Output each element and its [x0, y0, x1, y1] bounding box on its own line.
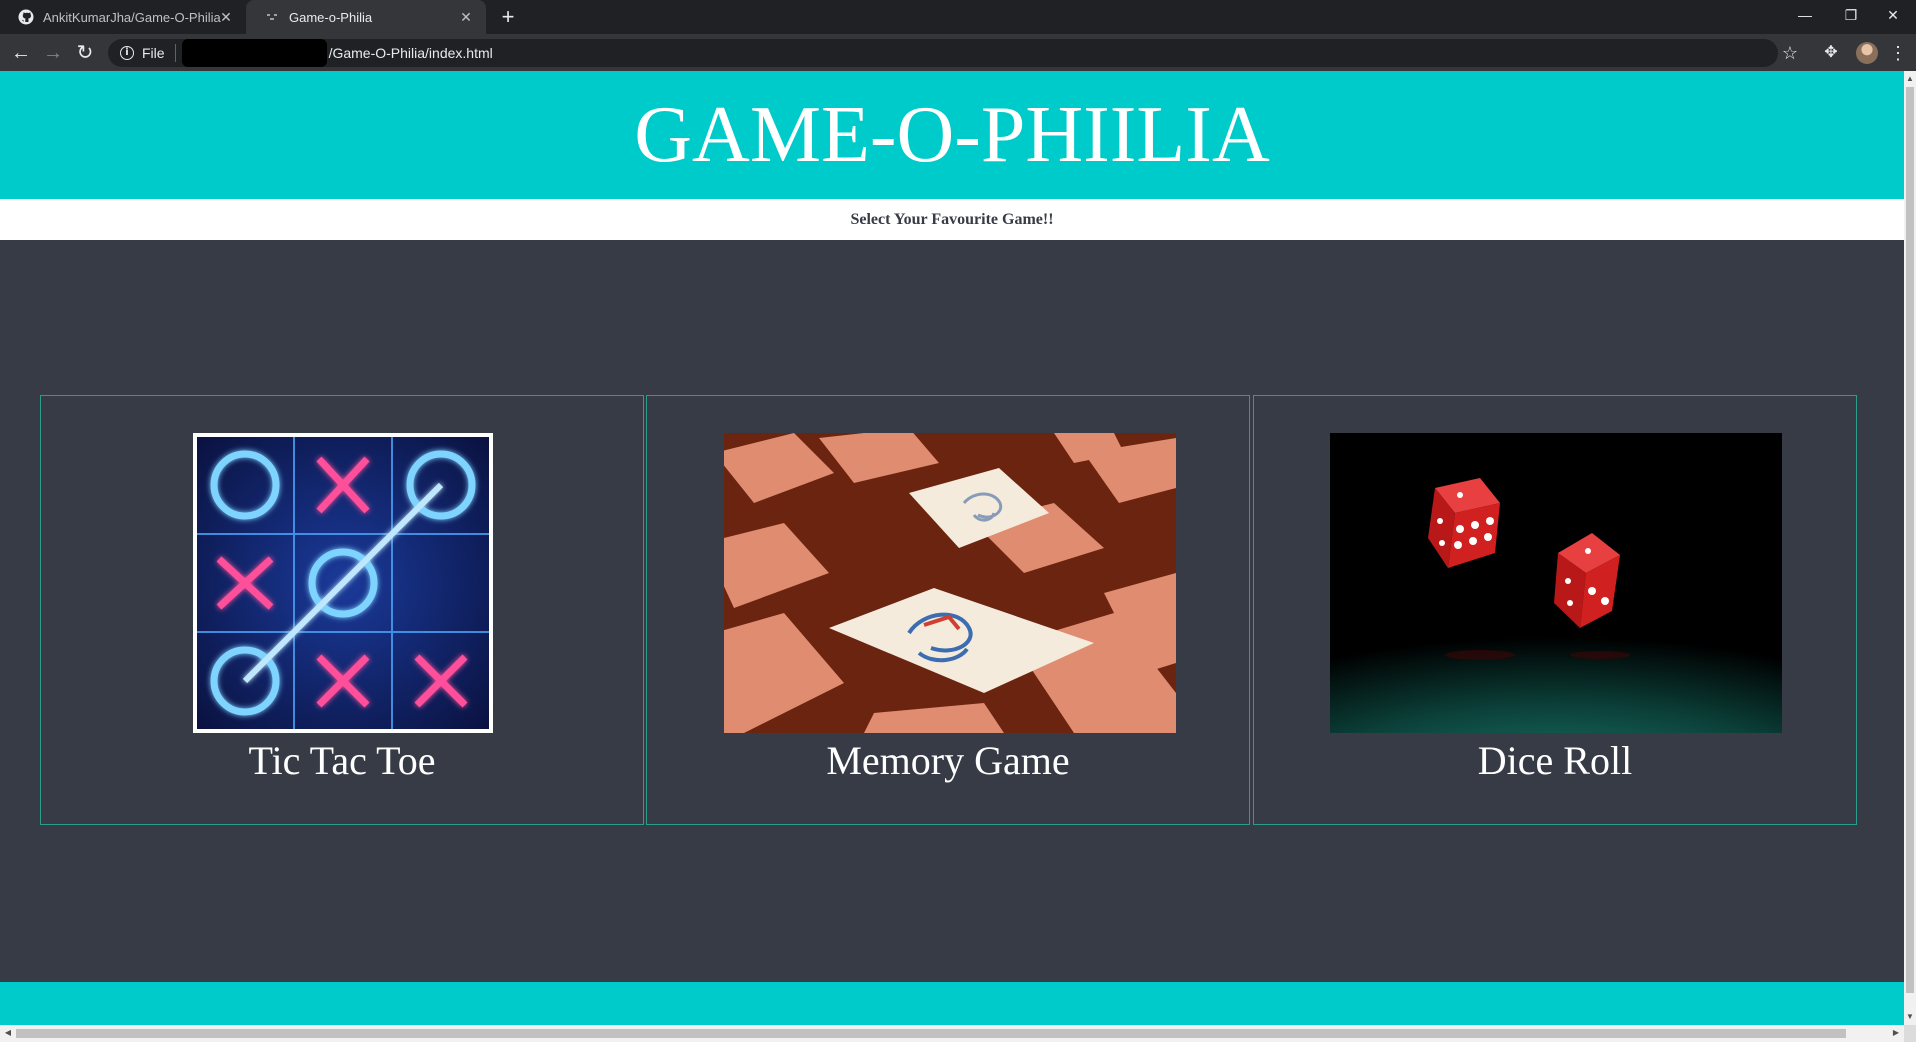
close-tab-icon[interactable]: ✕ [458, 9, 474, 25]
tab-game-o-philia[interactable]: Game-o-Philia ✕ [246, 0, 486, 34]
close-window-icon[interactable]: ✕ [1870, 0, 1916, 30]
game-card-dice-roll[interactable]: Dice Roll [1253, 395, 1857, 825]
redacted-path [181, 39, 327, 67]
memory-game-image[interactable] [724, 433, 1176, 733]
divider [174, 44, 176, 62]
vertical-scrollbar[interactable]: ▲ ▼ [1904, 71, 1916, 1025]
page-icon [264, 9, 280, 25]
close-tab-icon[interactable]: ✕ [218, 9, 234, 25]
scrollbar-corner [1904, 1025, 1916, 1042]
tic-tac-toe-image[interactable] [193, 433, 493, 733]
page-subtitle: Select Your Favourite Game!! [850, 211, 1054, 228]
info-icon[interactable]: i [120, 46, 134, 60]
github-icon [18, 9, 34, 25]
subtitle-bar: Select Your Favourite Game!! [0, 199, 1904, 240]
reload-icon[interactable]: ↻ [72, 40, 98, 66]
restore-icon[interactable]: ❐ [1828, 0, 1874, 30]
minimize-icon[interactable]: — [1782, 0, 1828, 30]
site-header: GAME-O-PHIILIA [0, 71, 1904, 199]
site-footer [0, 982, 1904, 1025]
dice-roll-image[interactable] [1330, 433, 1782, 733]
page-title: GAME-O-PHIILIA [634, 91, 1270, 179]
game-title[interactable]: Dice Roll [1254, 738, 1856, 784]
address-bar[interactable]: i File /Game-O-Philia/index.html [108, 39, 1778, 67]
scroll-up-arrow-icon[interactable]: ▲ [1904, 72, 1916, 86]
tab-github[interactable]: AnkitKumarJha/Game-O-Philia ✕ [0, 0, 246, 34]
url-text: /Game-O-Philia/index.html [328, 45, 493, 61]
bookmark-star-icon[interactable]: ☆ [1782, 40, 1798, 66]
profile-avatar[interactable] [1856, 42, 1878, 64]
extensions-puzzle-icon[interactable]: ✥ [1818, 40, 1844, 66]
horizontal-scroll-thumb[interactable] [16, 1029, 1846, 1038]
new-tab-button[interactable]: + [496, 6, 520, 30]
scroll-down-arrow-icon[interactable]: ▼ [1904, 1010, 1916, 1024]
forward-arrow-icon[interactable]: → [40, 40, 66, 66]
page-viewport: GAME-O-PHIILIA Select Your Favourite Gam… [0, 71, 1904, 1025]
tab-title: AnkitKumarJha/Game-O-Philia [43, 9, 221, 25]
horizontal-scrollbar[interactable]: ◀ ▶ [0, 1025, 1904, 1042]
scheme-label: File [142, 45, 165, 61]
scroll-right-arrow-icon[interactable]: ▶ [1889, 1026, 1903, 1040]
back-arrow-icon[interactable]: ← [8, 40, 34, 66]
tab-strip: AnkitKumarJha/Game-O-Philia ✕ Game-o-Phi… [0, 0, 1916, 34]
scroll-left-arrow-icon[interactable]: ◀ [1, 1026, 15, 1040]
tab-title: Game-o-Philia [289, 9, 373, 25]
game-card-tic-tac-toe[interactable]: Tic Tac Toe [40, 395, 644, 825]
game-title[interactable]: Tic Tac Toe [41, 738, 643, 784]
browser-toolbar: ← → ↻ i File /Game-O-Philia/index.html ☆… [0, 34, 1916, 71]
vertical-scroll-thumb[interactable] [1906, 87, 1914, 993]
game-title[interactable]: Memory Game [647, 738, 1249, 784]
game-card-memory[interactable]: Memory Game [646, 395, 1250, 825]
kebab-menu-icon[interactable]: ⋮ [1888, 40, 1908, 66]
